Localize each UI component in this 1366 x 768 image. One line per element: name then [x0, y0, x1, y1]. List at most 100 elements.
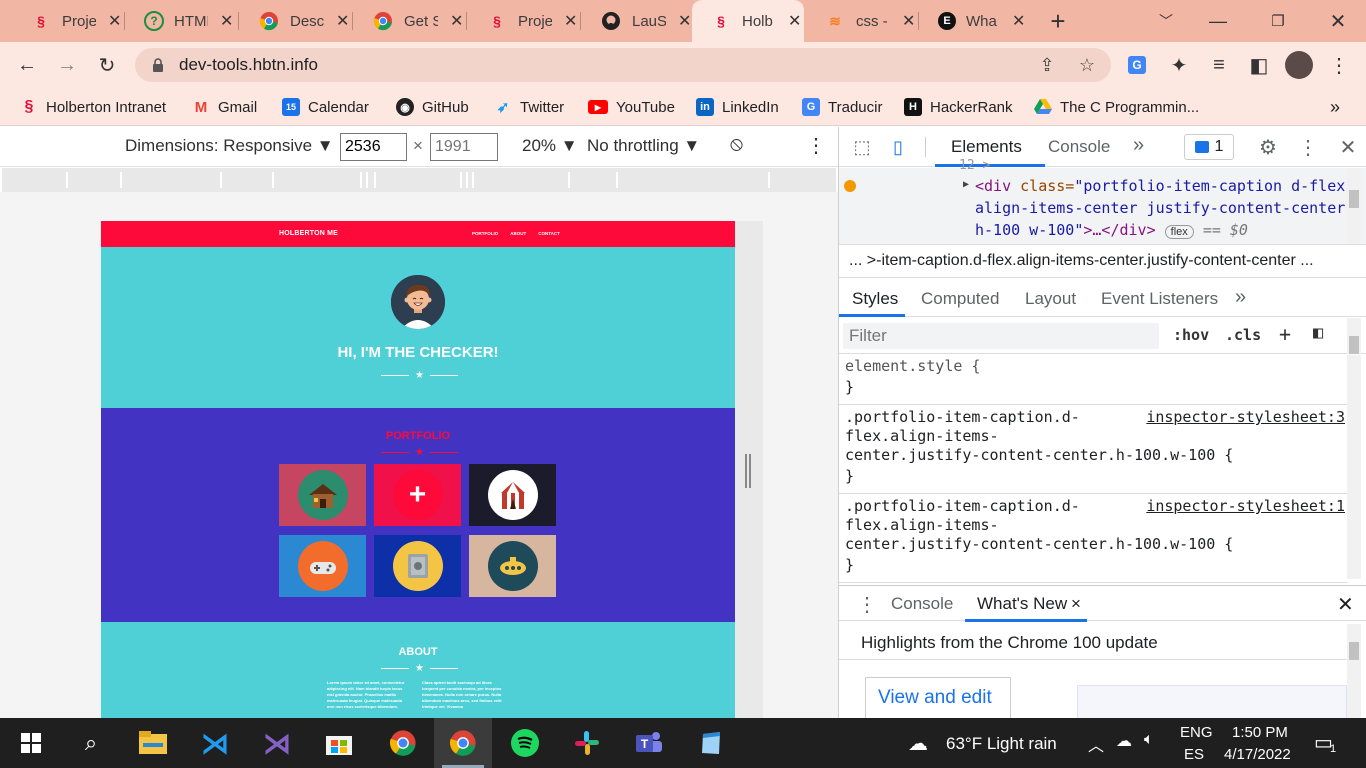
- bookmark-twitter[interactable]: ➶ Twitter: [494, 96, 564, 118]
- resize-handle[interactable]: [745, 454, 751, 488]
- lock-icon[interactable]: [151, 57, 165, 73]
- menu-kebab-icon[interactable]: ⋮: [1324, 50, 1354, 80]
- more-options-icon[interactable]: ⋮: [806, 133, 826, 158]
- tab-computed[interactable]: Computed: [921, 289, 999, 309]
- bookmark-github[interactable]: ◉ GitHub: [396, 96, 469, 118]
- customize-kebab-icon[interactable]: ⋮: [1295, 135, 1321, 159]
- profile-avatar[interactable]: [1284, 50, 1314, 80]
- extensions-puzzle-icon[interactable]: ✦: [1164, 50, 1194, 80]
- close-window-icon[interactable]: ✕: [1316, 0, 1360, 42]
- style-rule-1[interactable]: .portfolio-item-caption.d- flex.align-it…: [839, 406, 1347, 494]
- chevron-up-icon[interactable]: ︿: [1088, 732, 1104, 756]
- bookmark-traducir[interactable]: G Traducir: [802, 96, 882, 118]
- spotify-icon[interactable]: [508, 726, 542, 760]
- bookmark-star-icon[interactable]: ☆: [1075, 53, 1099, 77]
- dimensions-dropdown[interactable]: Dimensions: Responsive ▼: [125, 136, 334, 156]
- dom-node-line-2[interactable]: align-items-center justify-content-cente…: [975, 199, 1345, 217]
- tab-8[interactable]: E Wha ✕: [920, 0, 1025, 42]
- tab-3[interactable]: Get S ✕: [354, 0, 463, 42]
- translate-extension-icon[interactable]: G: [1122, 50, 1152, 80]
- search-icon[interactable]: ⌕: [74, 726, 108, 760]
- flex-badge[interactable]: flex: [1164, 225, 1194, 239]
- nav-contact-link[interactable]: CONTACT: [538, 231, 560, 236]
- microsoft-store-icon[interactable]: [322, 726, 356, 760]
- close-drawer-tab-icon[interactable]: ×: [1071, 594, 1081, 614]
- portfolio-item-safe[interactable]: [374, 535, 461, 597]
- drawer-tab-console[interactable]: Console: [891, 594, 953, 614]
- tab-2[interactable]: Desc ✕: [240, 0, 349, 42]
- tab-console[interactable]: Console: [1048, 137, 1110, 157]
- rule-source-link[interactable]: inspector-stylesheet:3: [1146, 408, 1345, 426]
- close-icon[interactable]: ✕: [108, 11, 121, 31]
- more-bookmarks-icon[interactable]: »: [1330, 96, 1340, 118]
- rotate-icon[interactable]: ⦸: [730, 133, 743, 156]
- rule-source-link[interactable]: inspector-stylesheet:1: [1146, 497, 1345, 515]
- expand-triangle-icon[interactable]: ▶: [963, 179, 969, 190]
- bookmark-gmail[interactable]: M Gmail: [192, 96, 257, 118]
- dom-tree[interactable]: 12 > ▶ <div class="portfolio-item-captio…: [839, 158, 1366, 244]
- clock-date[interactable]: 4/17/2022: [1224, 746, 1291, 763]
- close-devtools-icon[interactable]: ✕: [1335, 135, 1361, 159]
- media-queue-icon[interactable]: ≡: [1204, 50, 1234, 80]
- share-icon[interactable]: ⇪: [1035, 53, 1059, 77]
- site-brand[interactable]: HOLBERTON ME: [279, 230, 338, 237]
- bookmark-c-programming[interactable]: The C Programmin...: [1034, 96, 1199, 118]
- tab-4[interactable]: § Proje ✕: [468, 0, 577, 42]
- device-toggle-icon[interactable]: ▯: [885, 135, 911, 159]
- styles-filter-input[interactable]: [843, 323, 1159, 349]
- drawer-menu-icon[interactable]: ⋮: [857, 592, 877, 617]
- notepad-icon[interactable]: [694, 726, 728, 760]
- bookmark-youtube[interactable]: ▶ YouTube: [588, 96, 675, 118]
- toggle-sidebar-icon[interactable]: ◧: [1313, 323, 1323, 343]
- tab-0[interactable]: § Proje ✕: [12, 0, 121, 42]
- rule-selector[interactable]: element.style {: [845, 357, 980, 376]
- weather-text[interactable]: 63°F Light rain: [946, 734, 1057, 754]
- tab-layout[interactable]: Layout: [1025, 289, 1076, 309]
- throttling-dropdown[interactable]: No throttling ▼: [587, 136, 700, 156]
- close-icon[interactable]: ✕: [336, 11, 349, 31]
- teams-icon[interactable]: T: [632, 726, 666, 760]
- breadcrumb[interactable]: ... >-item-caption.d-flex.align-items-ce…: [839, 244, 1366, 278]
- style-rules-list[interactable]: element.style { } .portfolio-item-captio…: [839, 355, 1347, 583]
- reload-icon[interactable]: ↻: [92, 50, 122, 80]
- chrome-taskbar-icon-1[interactable]: [386, 726, 420, 760]
- portfolio-item-controller[interactable]: [279, 535, 366, 597]
- chevron-down-icon[interactable]: ﹀: [1144, 0, 1188, 42]
- slack-icon[interactable]: [570, 726, 604, 760]
- close-icon[interactable]: ✕: [450, 11, 463, 31]
- clock-time[interactable]: 1:50 PM: [1232, 724, 1288, 741]
- portfolio-item-circus[interactable]: [469, 464, 556, 526]
- file-explorer-icon[interactable]: [136, 726, 170, 760]
- dom-node-line-3[interactable]: h-100 w-100">…</div> flex == $0: [975, 221, 1248, 239]
- tab-5[interactable]: LauS ✕: [582, 0, 691, 42]
- tab-event-listeners[interactable]: Event Listeners: [1101, 289, 1218, 309]
- language-code[interactable]: ENG: [1180, 724, 1213, 741]
- nav-about-link[interactable]: ABOUT: [510, 231, 526, 236]
- weather-icon[interactable]: ☁: [908, 731, 928, 756]
- bookmark-hackerrank[interactable]: H HackerRank: [904, 96, 1013, 118]
- side-panel-icon[interactable]: ◧: [1244, 50, 1274, 80]
- language-region[interactable]: ES: [1184, 746, 1204, 763]
- more-tabs-icon[interactable]: »: [1133, 134, 1144, 157]
- forward-arrow-icon[interactable]: →: [52, 50, 82, 80]
- new-tab-icon[interactable]: +: [1036, 0, 1080, 42]
- portfolio-item-submarine[interactable]: [469, 535, 556, 597]
- windows-start-icon[interactable]: [14, 726, 48, 760]
- chrome-taskbar-icon-2[interactable]: [446, 726, 480, 760]
- volume-icon[interactable]: 🔈︎: [1144, 731, 1154, 749]
- nav-portfolio-link[interactable]: PORTFOLIO: [472, 231, 498, 236]
- close-icon[interactable]: ✕: [902, 11, 915, 31]
- styles-scrollbar[interactable]: [1347, 355, 1361, 579]
- zoom-dropdown[interactable]: 20% ▼: [522, 136, 578, 156]
- class-toggle-button[interactable]: .cls: [1225, 326, 1261, 344]
- tab-6-active[interactable]: § Holb ✕: [692, 0, 804, 42]
- tab-elements[interactable]: Elements: [951, 137, 1022, 157]
- media-query-ruler[interactable]: [2, 168, 836, 192]
- portfolio-item-plus[interactable]: +: [374, 464, 461, 526]
- drawer-tab-whats-new[interactable]: What's New: [977, 594, 1067, 614]
- address-bar[interactable]: dev-tools.hbtn.info ⇪ ☆: [135, 48, 1111, 82]
- cloud-sync-icon[interactable]: ☁: [1116, 731, 1132, 751]
- restore-icon[interactable]: ❐: [1256, 0, 1300, 42]
- portfolio-item-cabin[interactable]: [279, 464, 366, 526]
- bookmark-holberton[interactable]: § Holberton Intranet: [20, 96, 167, 118]
